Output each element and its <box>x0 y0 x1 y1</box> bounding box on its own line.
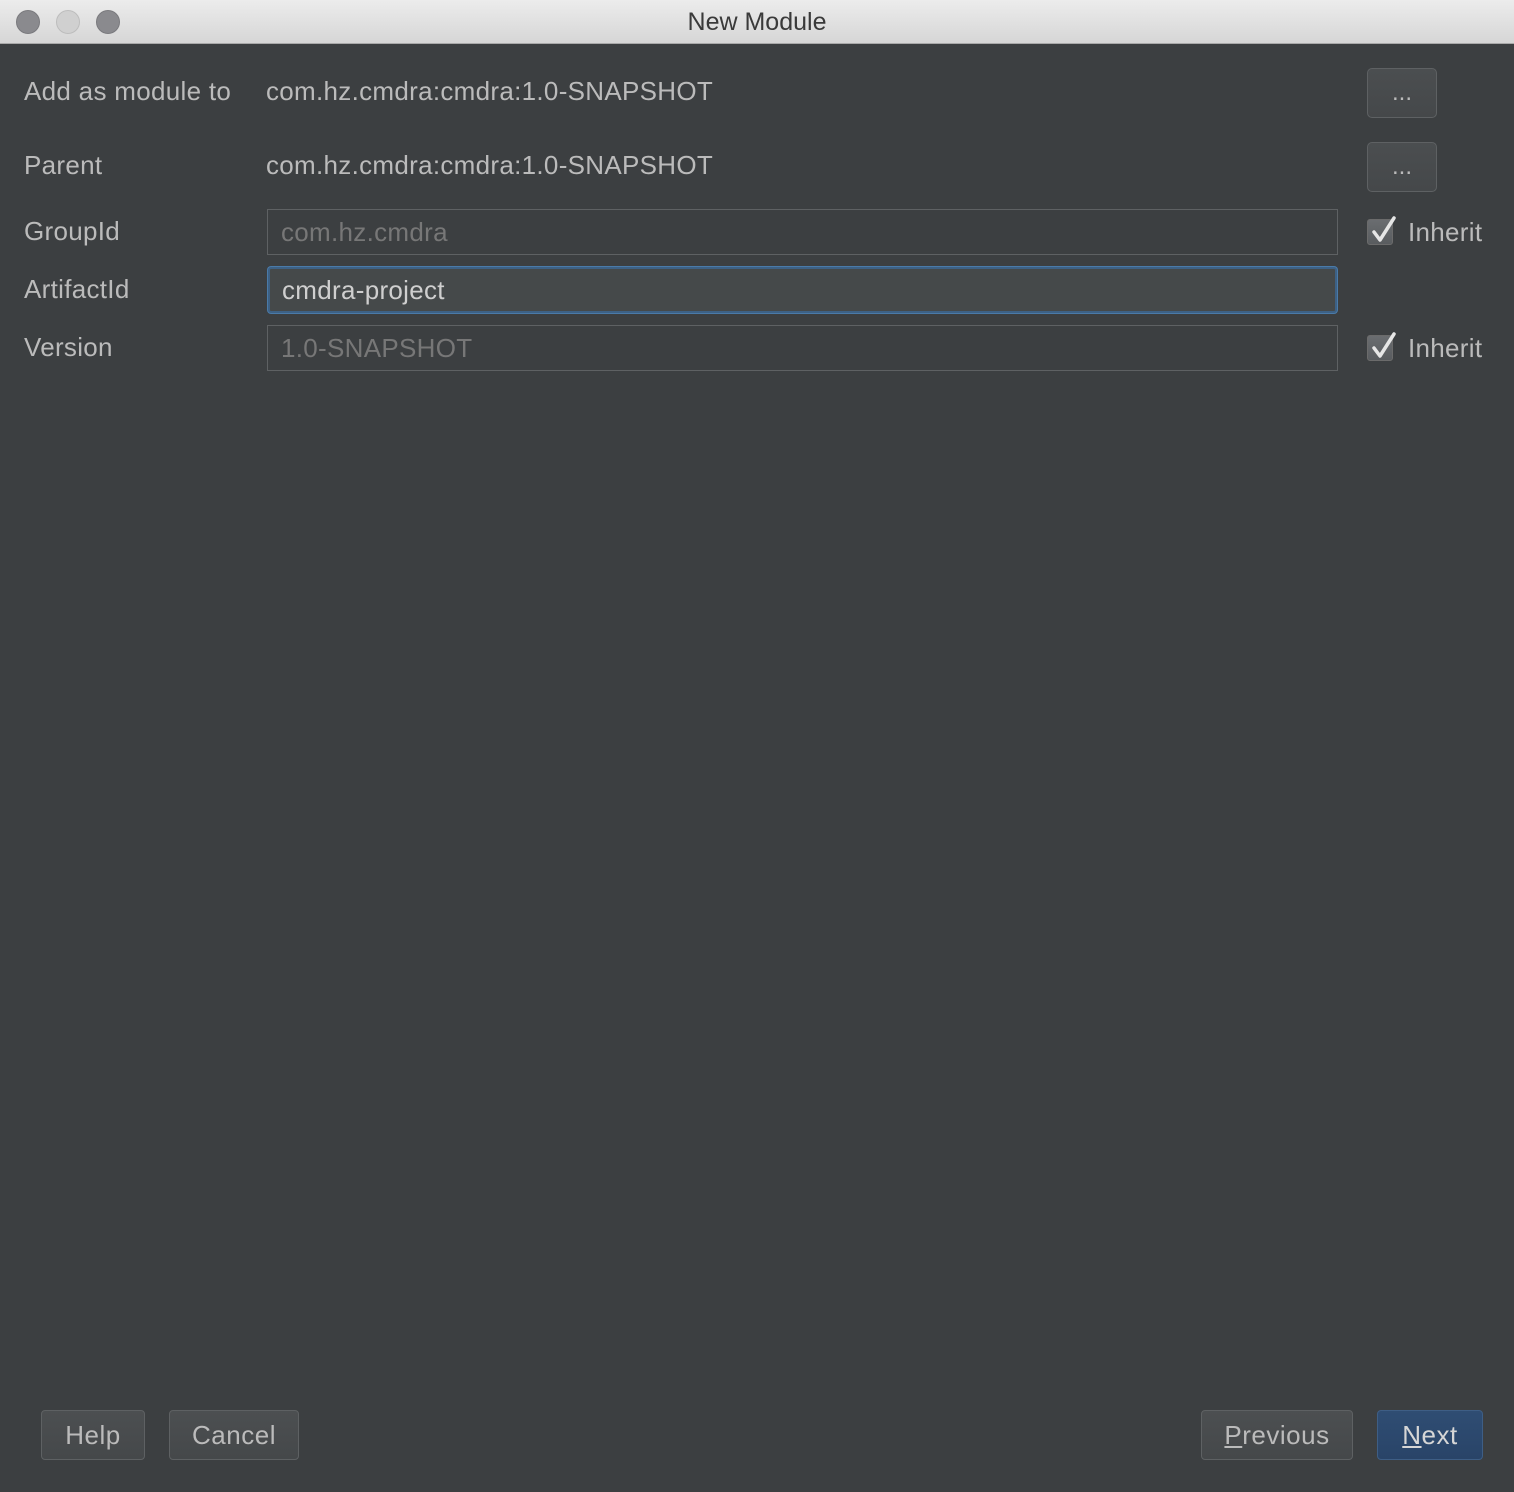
group-id-label: GroupId <box>24 216 121 246</box>
group-id-field[interactable]: com.hz.cmdra <box>267 209 1338 255</box>
group-id-inherit-label: Inherit <box>1408 216 1483 247</box>
title-bar: New Module <box>0 0 1514 44</box>
add-as-module-label: Add as module to <box>24 76 232 106</box>
parent-label: Parent <box>24 150 103 180</box>
add-as-module-value: com.hz.cmdra:cmdra:1.0-SNAPSHOT <box>266 76 714 106</box>
add-as-module-browse-button[interactable]: ... <box>1367 68 1437 118</box>
checkmark-icon <box>1372 216 1396 242</box>
next-mnemonic: N <box>1402 1420 1422 1450</box>
previous-mnemonic: P <box>1224 1420 1243 1450</box>
artifact-id-label: ArtifactId <box>24 274 130 304</box>
new-module-dialog: New Module Add as module to com.hz.cmdra… <box>0 0 1514 1492</box>
help-button[interactable]: Help <box>41 1410 145 1460</box>
previous-label: revious <box>1242 1420 1330 1450</box>
version-inherit-label: Inherit <box>1408 332 1483 363</box>
next-button[interactable]: Next <box>1377 1410 1483 1460</box>
next-label: ext <box>1421 1420 1458 1450</box>
previous-button[interactable]: Previous <box>1201 1410 1353 1460</box>
parent-browse-button[interactable]: ... <box>1367 142 1437 192</box>
artifact-id-field[interactable]: cmdra-project <box>268 267 1337 313</box>
checkbox-checked <box>1367 216 1396 245</box>
version-inherit-checkbox[interactable]: Inherit <box>1367 332 1483 363</box>
version-field[interactable]: 1.0-SNAPSHOT <box>267 325 1338 371</box>
cancel-button[interactable]: Cancel <box>169 1410 299 1460</box>
checkmark-icon <box>1372 332 1396 358</box>
group-id-inherit-checkbox[interactable]: Inherit <box>1367 216 1483 247</box>
window-title: New Module <box>687 8 827 36</box>
parent-value: com.hz.cmdra:cmdra:1.0-SNAPSHOT <box>266 150 714 180</box>
checkbox-checked <box>1367 332 1396 361</box>
version-label: Version <box>24 332 113 362</box>
